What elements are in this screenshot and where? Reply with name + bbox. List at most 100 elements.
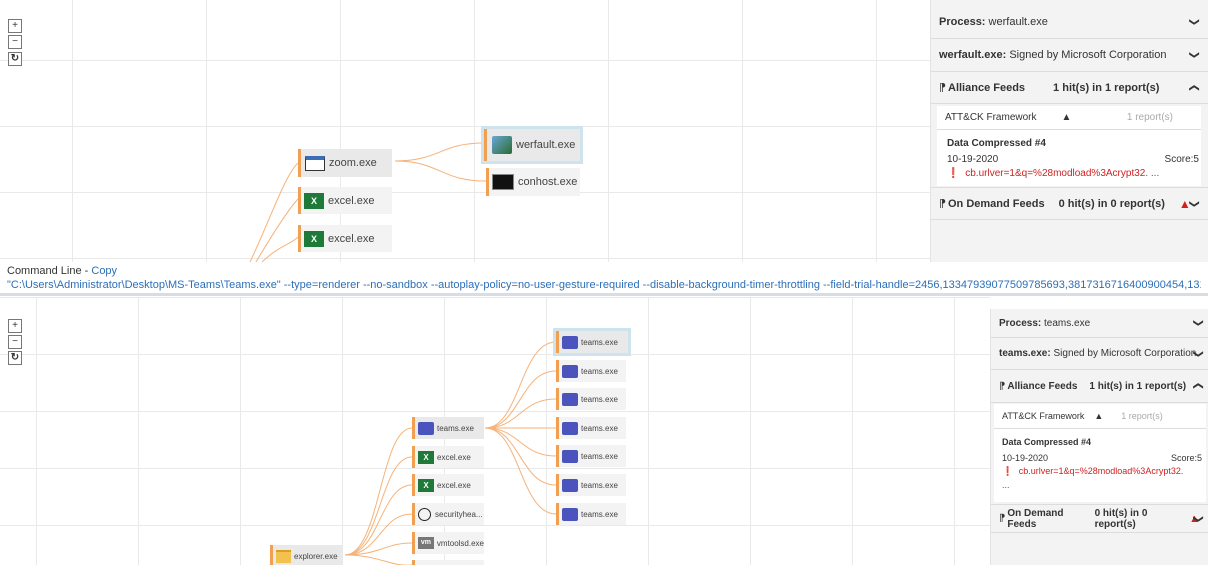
- node-label: excel.exe: [437, 452, 471, 462]
- teams-icon: [562, 392, 578, 406]
- report-query-text: cb.urlver=1&q=%28modload%3Acrypt32.: [1018, 466, 1184, 476]
- report-score: Score:5: [1164, 154, 1199, 165]
- alliance-feeds-header[interactable]: ⁋ Alliance Feeds 1 hit(s) in 1 report(s)…: [931, 72, 1208, 104]
- node-accent-bar: [484, 129, 487, 161]
- signature-header[interactable]: werfault.exe: Signed by Microsoft Corpor…: [931, 39, 1208, 72]
- ondemand-label: On Demand Feeds: [1007, 507, 1064, 530]
- report-title: Data Compressed #4: [1002, 437, 1092, 447]
- attack-header[interactable]: ATT&CK Framework ▲ 1 report(s): [937, 106, 1201, 130]
- node-accent-bar: [556, 445, 559, 467]
- alert-circle-icon: ❗: [1002, 466, 1014, 476]
- excel-icon: X: [418, 450, 434, 464]
- graph-node-excel[interactable]: X excel.exe: [298, 225, 392, 252]
- alliance-feeds-header[interactable]: ⁋ Alliance Feeds 1 hit(s) in 1 report(s)…: [991, 370, 1208, 403]
- node-accent-bar: [412, 417, 415, 439]
- teams-icon: [562, 421, 578, 435]
- node-label: teams.exe: [581, 509, 618, 519]
- graph-node-teams-child[interactable]: teams.exe: [556, 360, 626, 382]
- rss-icon: ⁋: [999, 513, 1006, 524]
- teams-icon: [562, 507, 578, 521]
- command-line-label: Command Line -: [7, 265, 92, 277]
- node-label: conhost.exe: [518, 176, 578, 188]
- attack-label: ATT&CK Framework: [1002, 411, 1085, 421]
- on-demand-feeds-header[interactable]: ⁋ On Demand Feeds 0 hit(s) in 0 report(s…: [931, 187, 1208, 220]
- node-accent-bar: [556, 503, 559, 525]
- process-label: Process:: [999, 317, 1042, 329]
- node-accent-bar: [556, 417, 559, 439]
- node-accent-bar: [486, 168, 489, 196]
- reset-view-button[interactable]: ↻: [8, 351, 22, 365]
- graph-edges: [344, 341, 557, 565]
- attack-framework-card: ATT&CK Framework ▲ 1 report(s) Data Comp…: [994, 404, 1206, 502]
- node-accent-bar: [298, 187, 301, 214]
- graph-node-teams-parent[interactable]: teams.exe: [412, 417, 484, 439]
- node-label: excel.exe: [437, 480, 471, 490]
- signature-header[interactable]: teams.exe: Signed by Microsoft Corporati…: [991, 338, 1208, 370]
- bottom-details-panel: Process: teams.exe ❯ teams.exe: Signed b…: [990, 309, 1208, 565]
- teams-icon: [418, 421, 434, 435]
- top-graph-pane: + − ↻ zoom.exe werfault.exe conhost.exe …: [0, 0, 930, 262]
- graph-node-excel[interactable]: X excel.exe: [412, 446, 484, 468]
- node-label: teams.exe: [581, 337, 618, 347]
- node-label: excel.exe: [328, 232, 375, 245]
- graph-node-teams-child[interactable]: teams.exe: [556, 388, 626, 410]
- graph-node-teams-child[interactable]: teams.exe: [556, 445, 626, 467]
- node-accent-bar: [298, 149, 301, 177]
- vm-icon: vm: [418, 537, 434, 549]
- zoom-in-button[interactable]: +: [8, 19, 22, 33]
- chevron-down-icon: ❯: [1188, 199, 1200, 208]
- node-accent-bar: [412, 532, 415, 554]
- process-header[interactable]: Process: werfault.exe ❯: [931, 6, 1208, 39]
- graph-node-zoom[interactable]: zoom.exe: [298, 149, 392, 177]
- chevron-down-icon: ❯: [1192, 349, 1204, 358]
- process-header[interactable]: Process: teams.exe ❯: [991, 309, 1208, 338]
- attack-header[interactable]: ATT&CK Framework ▲ 1 report(s): [994, 404, 1206, 429]
- werfault-icon: [492, 136, 512, 154]
- node-accent-bar: [412, 560, 415, 565]
- node-label: teams.exe: [437, 423, 474, 433]
- graph-node-teams-child[interactable]: teams.exe: [553, 328, 631, 356]
- report-query-more: ...: [1002, 480, 1010, 490]
- chevron-down-icon: ❯: [1192, 318, 1204, 328]
- report-query[interactable]: ❗ cb.urlver=1&q=%28modload%3Acrypt32. ..…: [947, 168, 1159, 179]
- zoom-in-button[interactable]: +: [8, 319, 22, 333]
- graph-node-securityhealth[interactable]: securityhea...: [412, 503, 484, 525]
- on-demand-feeds-header[interactable]: ⁋ On Demand Feeds 0 hit(s) in 0 report(s…: [991, 504, 1208, 533]
- window-icon: [305, 155, 325, 171]
- graph-node-werfault[interactable]: werfault.exe: [481, 126, 583, 164]
- top-details-panel: Process: werfault.exe ❯ werfault.exe: Si…: [930, 0, 1208, 262]
- signed-name: werfault.exe:: [939, 49, 1007, 61]
- node-label: securityhea...: [435, 509, 483, 519]
- graph-node-teams-child[interactable]: teams.exe: [556, 503, 626, 525]
- teams-icon: [562, 364, 578, 378]
- graph-node-teams-child[interactable]: teams.exe: [556, 417, 626, 439]
- command-line-bar: Command Line - Copy "C:\Users\Administra…: [0, 262, 1208, 296]
- graph-node-partial[interactable]: [412, 560, 484, 565]
- chevron-down-icon: ❯: [1188, 17, 1200, 27]
- graph-node-excel[interactable]: X excel.exe: [298, 187, 392, 214]
- node-accent-bar: [298, 225, 301, 252]
- report-query[interactable]: ❗ cb.urlver=1&q=%28modload%3Acrypt32.: [1002, 466, 1183, 477]
- rss-icon: ⁋: [999, 380, 1006, 392]
- report-date: 10-19-2020: [1002, 453, 1049, 463]
- excel-icon: X: [304, 230, 324, 247]
- teams-icon: [562, 335, 578, 349]
- graph-node-vmtoolsd[interactable]: vm vmtoolsd.exe: [412, 532, 484, 554]
- alliance-hits: 1 hit(s) in 1 report(s): [1053, 81, 1160, 94]
- process-name: teams.exe: [1044, 317, 1091, 329]
- teams-icon: [562, 449, 578, 463]
- node-label: vmtoolsd.exe: [436, 538, 484, 548]
- report-date: 10-19-2020: [947, 154, 999, 165]
- zoom-out-button[interactable]: −: [8, 35, 22, 49]
- zoom-out-button[interactable]: −: [8, 335, 22, 349]
- report-title: Data Compressed #4: [947, 138, 1046, 149]
- report-score: Score:5: [1170, 453, 1202, 463]
- graph-node-excel[interactable]: X excel.exe: [412, 474, 484, 496]
- node-label: teams.exe: [581, 366, 618, 376]
- node-label: excel.exe: [328, 194, 375, 207]
- copy-link[interactable]: Copy: [91, 265, 117, 277]
- graph-node-teams-child[interactable]: teams.exe: [556, 474, 626, 496]
- reset-view-button[interactable]: ↻: [8, 52, 22, 66]
- graph-node-explorer[interactable]: explorer.exe: [270, 545, 342, 565]
- graph-node-conhost[interactable]: conhost.exe: [486, 168, 580, 196]
